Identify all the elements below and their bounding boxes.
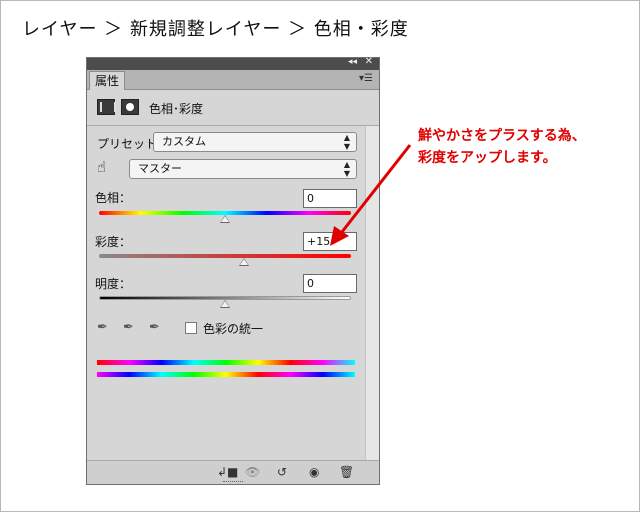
resize-grip[interactable] [223,481,243,483]
eyedropper-icon[interactable]: ✒ [97,320,108,335]
annotation-line-2: 彩度をアップします。 [418,150,557,166]
hand-target-icon[interactable]: ☝ [97,158,106,176]
saturation-slider-thumb[interactable] [238,258,249,266]
chevron-updown-icon: ▲ ▼ [343,133,350,151]
colorize-checkbox[interactable] [185,322,197,334]
adjustment-title: 色相･彩度 [149,102,204,116]
annotation-text: 鮮やかさをプラスする為、 彩度をアップします。 [418,125,586,169]
colorize-label: 色彩の統一 [203,322,264,336]
preset-select-value: カスタム [162,135,206,148]
annotation-line-1: 鮮やかさをプラスする為、 [418,128,586,144]
lightness-input[interactable]: 0 [303,274,357,293]
chevron-updown-icon: ▲ ▼ [343,160,350,178]
tab-properties[interactable]: 属性 [89,71,125,90]
saturation-slider-track[interactable] [99,254,351,258]
saturation-input[interactable]: +15 [303,232,357,251]
close-icon[interactable]: ✕ [365,56,373,67]
hue-input[interactable]: 0 [303,189,357,208]
hue-label: 色相： [95,191,132,205]
reset-icon[interactable]: ↺ [277,465,287,479]
panel-titlebar: ◂◂ ✕ [87,56,379,70]
lightness-slider-thumb[interactable] [220,300,230,308]
hue-slider-thumb[interactable] [220,215,230,223]
clip-to-layer-icon[interactable]: ↲■ [217,465,238,479]
breadcrumb: レイヤー ＞ 新規調整レイヤー ＞ 色相・彩度 [22,19,409,40]
eyedropper-minus-icon[interactable]: ✒ [149,320,160,335]
panel-footer: ↲■ 👁 ↺ ◉ 🗑 [87,460,379,484]
channel-select[interactable]: マスター ▲ ▼ [129,159,357,179]
output-spectrum-bar [97,372,355,377]
saturation-label: 彩度： [95,235,132,249]
adjustment-header: 色相･彩度 [87,90,379,126]
view-previous-icon[interactable]: 👁 [245,465,260,479]
mask-icon[interactable] [121,99,139,115]
visibility-icon[interactable]: ◉ [309,465,319,479]
lightness-label: 明度： [95,277,132,291]
trash-icon[interactable]: 🗑 [339,465,354,479]
input-spectrum-bar [97,360,355,365]
adjustment-icon[interactable] [97,99,116,115]
panel-tabbar: 属性 ▾☰ [87,70,379,90]
preset-select[interactable]: カスタム ▲ ▼ [153,132,357,152]
eyedropper-plus-icon[interactable]: ✒ [123,320,134,335]
panel-menu-icon[interactable]: ▾☰ [359,73,373,84]
panel-scrollbar[interactable] [365,126,379,460]
channel-select-value: マスター [138,162,182,175]
collapse-icon[interactable]: ◂◂ [348,57,357,67]
properties-panel: ◂◂ ✕ 属性 ▾☰ 色相･彩度 プリセット： カスタム ▲ ▼ ☝ マスター ▲… [86,56,380,485]
